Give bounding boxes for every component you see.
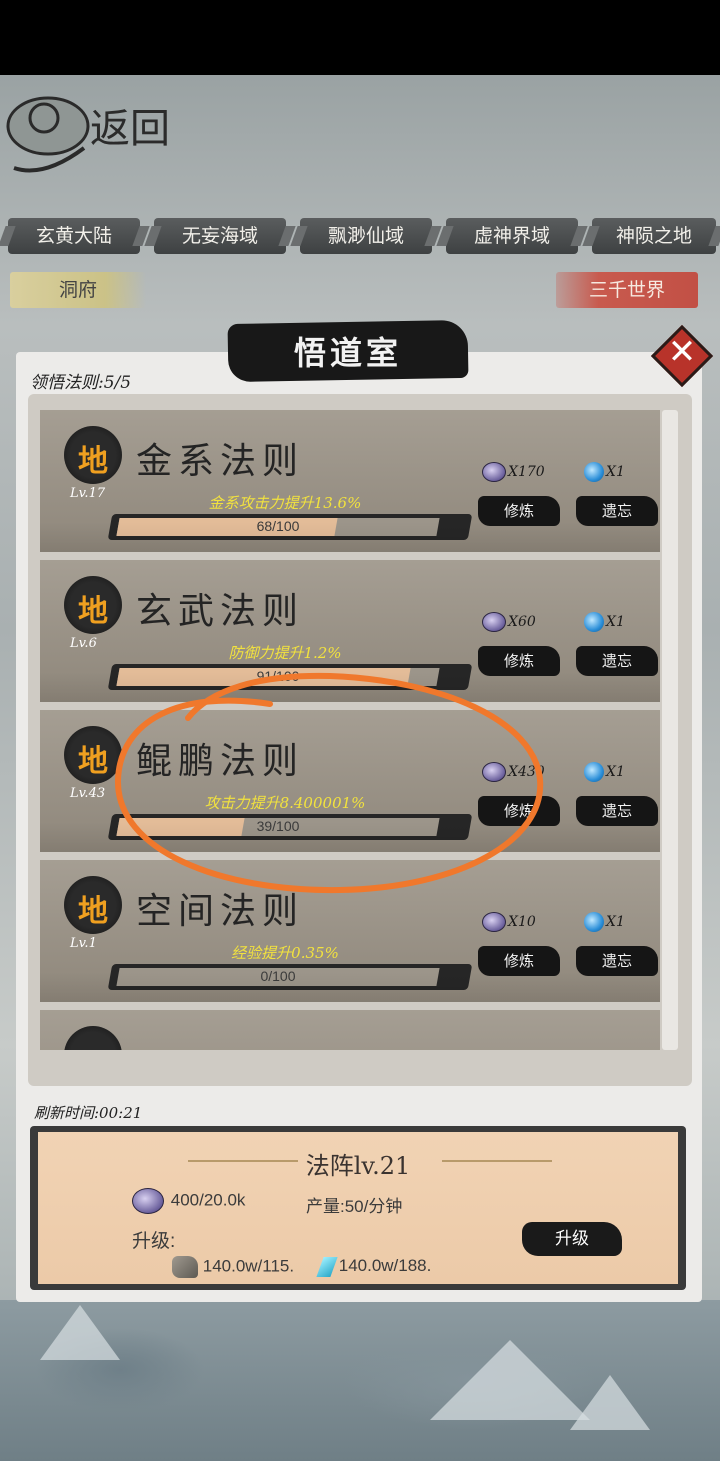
law-name: 空间法则 [136,891,305,932]
law-list[interactable]: 地 Lv.17 金系法则 金系攻击力提升13.6% 68/100 X170 X1… [28,394,692,1086]
blue-orb-icon [584,612,604,632]
rank-badge: 地 [64,876,122,934]
law-effect: 经验提升0.35% [231,944,339,962]
formation-production: 产量:50/分钟 [306,1197,403,1216]
map-mountain [570,1375,650,1430]
panel-title: 悟道室 [293,334,402,372]
tab-dongfu[interactable]: 洞府 [10,272,146,308]
train-button[interactable]: 修炼 [478,796,560,826]
map-mountain [40,1305,120,1360]
formation-stone: 400/20.0k [132,1188,245,1214]
region-tabs: 玄黄大陆 无妄海域 飘渺仙域 虚神界域 神陨之地 [0,218,720,254]
blue-orb-icon [584,762,604,782]
orb-cost-value: X1 [606,464,625,480]
formation-box: 法阵lv.21 400/20.0k 产量:50/分钟 升级: 140.0w/11… [30,1126,686,1290]
orb-cost-value: X1 [606,614,625,630]
law-card-partial [40,1010,660,1050]
rock-icon [172,1256,198,1278]
rank-badge-text: 地 [78,894,108,929]
orb-cost-value: X1 [606,914,625,930]
tab-xushen[interactable]: 虚神界域 [446,218,578,254]
rank-badge-text: 地 [78,744,108,779]
rank-badge: 地 [64,426,122,484]
rank-badge [64,1026,122,1050]
list-scrollbar[interactable] [662,410,678,1050]
rank-badge-text: 地 [78,444,108,479]
upgrade-button[interactable]: 升级 [522,1222,622,1256]
law-card: 地 Lv.1 空间法则 经验提升0.35% 0/100 X10 X1 修炼 遗忘 [40,860,660,1002]
formation-title: 法阵lv.21 [305,1152,411,1180]
formation-content: 法阵lv.21 400/20.0k 产量:50/分钟 升级: 140.0w/11… [38,1132,678,1284]
forget-button[interactable]: 遗忘 [576,796,658,826]
spirit-stone-icon [482,762,506,782]
stone-cost-value: X60 [508,614,536,630]
crystal-cost-value: 140.0w/188. [338,1256,432,1275]
orb-cost: X1 [584,462,625,484]
law-level: Lv.17 [70,486,106,501]
formation-stone-value: 400/20.0k [170,1190,246,1210]
law-effect: 攻击力提升8.400001% [204,794,366,812]
law-count-label: 领悟法则:5/5 [30,373,132,393]
close-icon: ✕ [667,332,697,372]
blue-orb-icon [584,462,604,482]
tab-wuwang[interactable]: 无妄海域 [154,218,286,254]
stone-cost: X60 [482,612,536,634]
stone-cost: X170 [482,462,545,484]
tab-xuanhuang[interactable]: 玄黄大陆 [8,218,140,254]
law-name: 玄武法则 [136,591,305,632]
upgrade-cost-label: 升级: [132,1231,176,1252]
spirit-stone-icon [482,612,506,632]
yin-yang-icon [6,96,90,173]
close-button[interactable]: ✕ [650,324,714,388]
rock-cost-value: 140.0w/115. [202,1256,295,1276]
law-list-viewport: 地 Lv.17 金系法则 金系攻击力提升13.6% 68/100 X170 X1… [40,410,660,1050]
rank-badge: 地 [64,576,122,634]
train-button[interactable]: 修炼 [478,646,560,676]
forget-button[interactable]: 遗忘 [576,496,658,526]
train-button[interactable]: 修炼 [478,496,560,526]
law-effect: 防御力提升1.2% [228,644,342,662]
tab-sanqian-shijie[interactable]: 三千世界 [556,272,698,308]
stone-cost-value: X10 [508,914,536,930]
progress-text: 68/100 [256,518,300,534]
rank-badge-text: 地 [78,594,108,629]
progress-text: 0/100 [260,968,296,984]
law-name: 鲲鹏法则 [136,741,305,782]
orb-cost: X1 [584,912,625,934]
forget-button[interactable]: 遗忘 [576,946,658,976]
law-effect: 金系攻击力提升13.6% [208,494,362,512]
blue-orb-icon [584,912,604,932]
tab-piaomiao[interactable]: 飘渺仙域 [300,218,432,254]
law-card: 地 Lv.17 金系法则 金系攻击力提升13.6% 68/100 X170 X1… [40,410,660,552]
back-label: 返回 [90,106,170,152]
spirit-stone-icon [482,462,506,482]
stone-cost: X430 [482,762,545,784]
orb-cost: X1 [584,612,625,634]
spirit-stone-icon [132,1188,164,1214]
progress-text: 91/100 [256,668,300,684]
back-button[interactable]: 返回 [4,78,184,188]
stone-cost: X10 [482,912,536,934]
crystal-cost: 140.0w/188. [316,1256,432,1277]
law-level: Lv.43 [70,786,106,801]
rock-cost: 140.0w/115. [172,1256,294,1278]
forget-button[interactable]: 遗忘 [576,646,658,676]
law-card: 地 Lv.6 玄武法则 防御力提升1.2% 91/100 X60 X1 修炼 遗… [40,560,660,702]
tab-shenyun[interactable]: 神陨之地 [592,218,716,254]
spirit-stone-icon [482,912,506,932]
map-mountain [430,1340,590,1420]
orb-cost-value: X1 [606,764,625,780]
stone-cost-value: X170 [508,464,545,480]
train-button[interactable]: 修炼 [478,946,560,976]
law-level: Lv.6 [70,636,97,651]
rank-badge: 地 [64,726,122,784]
law-card: 地 Lv.43 鲲鹏法则 攻击力提升8.400001% 39/100 X430 … [40,710,660,852]
orb-cost: X1 [584,762,625,784]
crystal-icon [316,1256,338,1277]
law-name: 金系法则 [136,441,305,482]
law-level: Lv.1 [70,936,97,951]
stone-cost-value: X430 [508,764,545,780]
progress-text: 39/100 [256,818,300,834]
refresh-timer: 刷新时间:00:21 [34,1104,143,1122]
